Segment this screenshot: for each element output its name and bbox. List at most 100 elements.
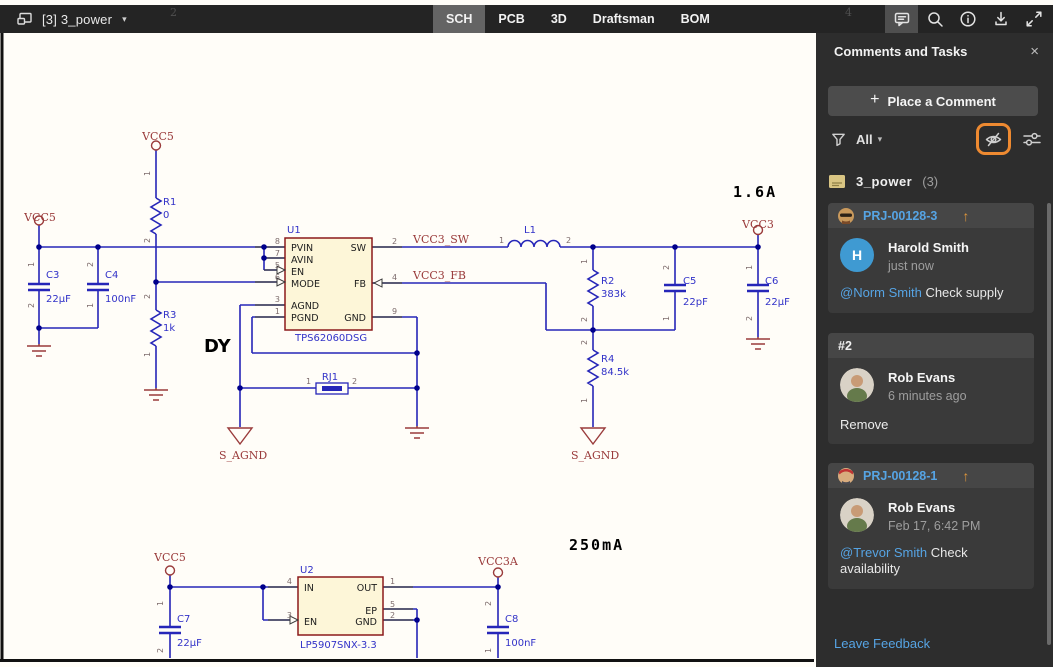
tab-3d[interactable]: 3D	[538, 5, 580, 33]
chevron-down-icon[interactable]: ▾	[878, 134, 883, 145]
schematic-label: 1	[27, 262, 36, 267]
sheet-grid-ref: 4	[845, 6, 852, 19]
schematic-label: 2	[745, 316, 754, 321]
document-title: [3] 3_power	[42, 11, 113, 27]
info-button[interactable]	[951, 5, 984, 33]
view-tabs: SCH PCB 3D Draftsman BOM	[433, 5, 723, 33]
schematic-label: 7	[275, 249, 280, 258]
schematic-label: R4	[601, 354, 614, 365]
tab-draftsman[interactable]: Draftsman	[580, 5, 668, 33]
tab-sch[interactable]: SCH	[433, 5, 486, 33]
remove-link[interactable]: Remove	[840, 417, 1022, 432]
schematic-label: S_AGND	[219, 449, 267, 462]
schematic-label: R3	[163, 310, 176, 321]
schematic-label: VCC3_SW	[412, 233, 470, 246]
schematic-label: 2	[143, 294, 152, 299]
schematic-label: 1.6A	[733, 183, 777, 201]
schematic-label: C7	[177, 614, 190, 625]
schematic-label: C3	[46, 270, 59, 281]
schematic-label: 1	[580, 398, 589, 403]
task-id-link[interactable]: PRJ-00128-3	[863, 209, 937, 223]
schematic-label: 2	[484, 601, 493, 606]
comment-card-header: #2	[828, 333, 1034, 358]
capacitors	[28, 282, 769, 635]
schematic-label: R2	[601, 276, 614, 287]
panel-scrollbar[interactable]	[1047, 203, 1051, 645]
schematic-label: 383k	[601, 289, 626, 300]
comment-card[interactable]: PRJ-00128-3 ↑ H Harold Smith just now @N…	[828, 203, 1034, 313]
place-comment-button[interactable]: + Place a Comment	[828, 86, 1038, 116]
mention-link[interactable]: @Trevor Smith	[840, 545, 927, 560]
schematic-label: 1	[390, 577, 395, 586]
schematic-label: 22µF	[177, 638, 202, 649]
schematic-label: 2	[27, 303, 36, 308]
comment-card[interactable]: PRJ-00128-1 ↑ Rob Evans Feb 17, 6:42 PM …	[828, 463, 1034, 589]
comment-settings-button[interactable]	[1020, 127, 1044, 151]
schematic-label: VCC3	[741, 218, 774, 231]
comment-card-header: PRJ-00128-3 ↑	[828, 203, 1034, 228]
close-icon[interactable]: ×	[1030, 44, 1039, 59]
schematic-label: SW	[351, 243, 367, 254]
schematic-label: 2	[86, 262, 95, 267]
comments-button[interactable]	[885, 5, 918, 33]
schematic-label: 2	[392, 237, 397, 246]
search-button[interactable]	[918, 5, 951, 33]
schematic-label: C5	[683, 276, 696, 287]
tab-pcb[interactable]: PCB	[485, 5, 537, 33]
schematic-label: 22µF	[765, 297, 790, 308]
schematic-label: VCC5	[153, 551, 186, 564]
schematic-group-row[interactable]: 3_power (3)	[828, 174, 938, 189]
schematic-label: 8	[275, 237, 280, 246]
schematic-label: 3	[287, 611, 292, 620]
download-button[interactable]	[984, 5, 1017, 33]
schematic-label: 84.5k	[601, 367, 629, 378]
group-count: (3)	[922, 174, 939, 189]
schematic-label: IN	[304, 583, 314, 594]
schematic-label: 5	[275, 261, 280, 270]
mention-link[interactable]: @Norm Smith	[840, 285, 922, 300]
schematic-canvas[interactable]: VCC5 VCC5 VCC3 VCC3_SW VCC3_FB S_AGND S_AGND VC…	[0, 0, 816, 667]
schematic-label: 250mA	[569, 536, 624, 554]
comment-text: @Norm Smith Check supply	[840, 285, 1022, 301]
schematic-label: VCC5	[141, 130, 174, 143]
hide-comments-button[interactable]	[976, 123, 1011, 155]
tab-bom[interactable]: BOM	[668, 5, 723, 33]
schematic-label: 2	[352, 377, 357, 386]
fullscreen-button[interactable]	[1017, 5, 1050, 33]
schematic-label: EN	[291, 267, 304, 278]
sliders-icon	[1023, 132, 1041, 146]
schematic-label: 22pF	[683, 297, 708, 308]
schematic-label: 1k	[163, 323, 175, 334]
schematic-label: PVIN	[291, 243, 313, 254]
comment-card[interactable]: #2 Rob Evans 6 minutes ago Remove	[828, 333, 1034, 444]
schematic-label: U1	[287, 225, 301, 236]
schematic-label: 100nF	[505, 638, 536, 649]
schematic-label: EN	[304, 617, 317, 628]
schematic-label: AGND	[291, 301, 319, 312]
schematic-label: C4	[105, 270, 118, 281]
schematic-label: 100nF	[105, 294, 136, 305]
schematic-label: 4	[287, 577, 292, 586]
wires	[38, 150, 759, 658]
upload-arrow-icon[interactable]: ↑	[962, 468, 969, 484]
author-name: Rob Evans	[888, 370, 956, 385]
schematic-label: U2	[300, 565, 314, 576]
schematic-label: TPS62060DSG	[294, 333, 367, 344]
component-rj1[interactable]	[315, 382, 349, 395]
filter-row: All ▾	[830, 123, 1044, 155]
schematic-label: 0	[163, 210, 169, 221]
comments-panel: Comments and Tasks × + Place a Comment A…	[816, 33, 1053, 667]
filter-all-dropdown[interactable]: All	[856, 132, 873, 147]
upload-arrow-icon[interactable]: ↑	[962, 208, 969, 224]
document-selector[interactable]: [3] 3_power ▾	[0, 11, 127, 27]
leave-feedback-link[interactable]: Leave Feedback	[834, 636, 930, 651]
schematic-label: 2	[566, 236, 571, 245]
avatar: H	[840, 238, 874, 272]
comments-icon	[894, 12, 909, 27]
comment-time: Feb 17, 6:42 PM	[888, 519, 981, 533]
download-icon	[994, 11, 1007, 26]
sheet-border	[0, 33, 814, 662]
sheet-group-icon	[829, 175, 845, 188]
task-id-link[interactable]: PRJ-00128-1	[863, 469, 937, 483]
comment-time: 6 minutes ago	[888, 389, 967, 403]
